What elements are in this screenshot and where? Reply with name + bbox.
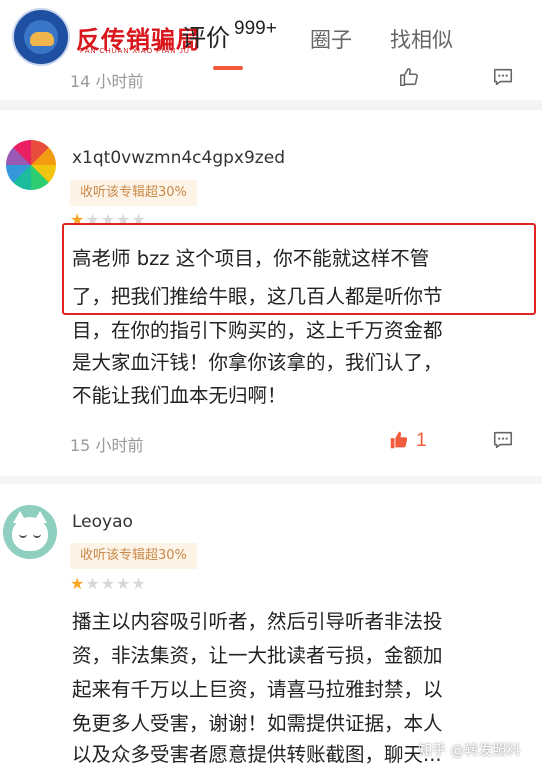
thumbs-up-filled-icon[interactable]: [388, 429, 410, 451]
comment-text-line: 免更多人受害，谢谢！如需提供证据，本人: [72, 712, 443, 735]
comment-text-line: 资，非法集资，让一大批读者亏损，金额加: [72, 644, 443, 667]
star-rating: ★★★★★: [70, 574, 147, 593]
avatar[interactable]: [6, 140, 56, 190]
listen-badge: 收听该专辑超30%: [70, 180, 197, 206]
section-divider: [0, 476, 542, 484]
thumbs-up-icon[interactable]: [398, 66, 420, 88]
comment-text-line: 目，在你的指引下购买的，这上千万资金都: [72, 319, 443, 342]
logo-emblem-icon: [12, 8, 70, 66]
comment-username[interactable]: Leoyao: [72, 512, 133, 532]
comment-icon[interactable]: [492, 66, 514, 88]
logo-subtext: FAN CHUAN XIAO PIAN JU: [80, 48, 190, 55]
watermark: 知乎 @转发照料: [418, 743, 521, 759]
listen-badge: 收听该专辑超30%: [70, 543, 197, 569]
comment-time: 15 小时前: [70, 436, 144, 455]
comment-text-line: 不能让我们血本无归啊！: [72, 384, 287, 407]
comment-text-line: 以及众多受害者愿意提供转账截图，聊天...: [72, 743, 442, 766]
comment-username[interactable]: x1qt0vwzmn4c4gpx9zed: [72, 148, 285, 168]
prev-comment-time: 14 小时前: [70, 72, 144, 91]
like-count: 1: [416, 430, 427, 451]
tab-reviews-count: 999+: [234, 18, 277, 39]
comment-text-line: 播主以内容吸引听者，然后引导听者非法投: [72, 610, 443, 633]
active-tab-indicator: [213, 66, 243, 70]
section-divider: [0, 100, 542, 110]
tab-reviews[interactable]: 评价: [182, 18, 230, 53]
tab-circle[interactable]: 圈子: [310, 24, 352, 54]
top-tab-bar: 反传销骗局 FAN CHUAN XIAO PIAN JU 评价 999+ 圈子 …: [0, 0, 542, 70]
tab-find-similar[interactable]: 找相似: [390, 24, 453, 54]
comment-icon[interactable]: [492, 429, 514, 451]
comment-text-line: 起来有千万以上巨资，请喜马拉雅封禁，以: [72, 678, 443, 701]
highlight-box: [62, 223, 536, 315]
avatar[interactable]: [3, 505, 57, 559]
comment-text-line: 是大家血汗钱！你拿你该拿的，我们认了，: [72, 351, 443, 374]
